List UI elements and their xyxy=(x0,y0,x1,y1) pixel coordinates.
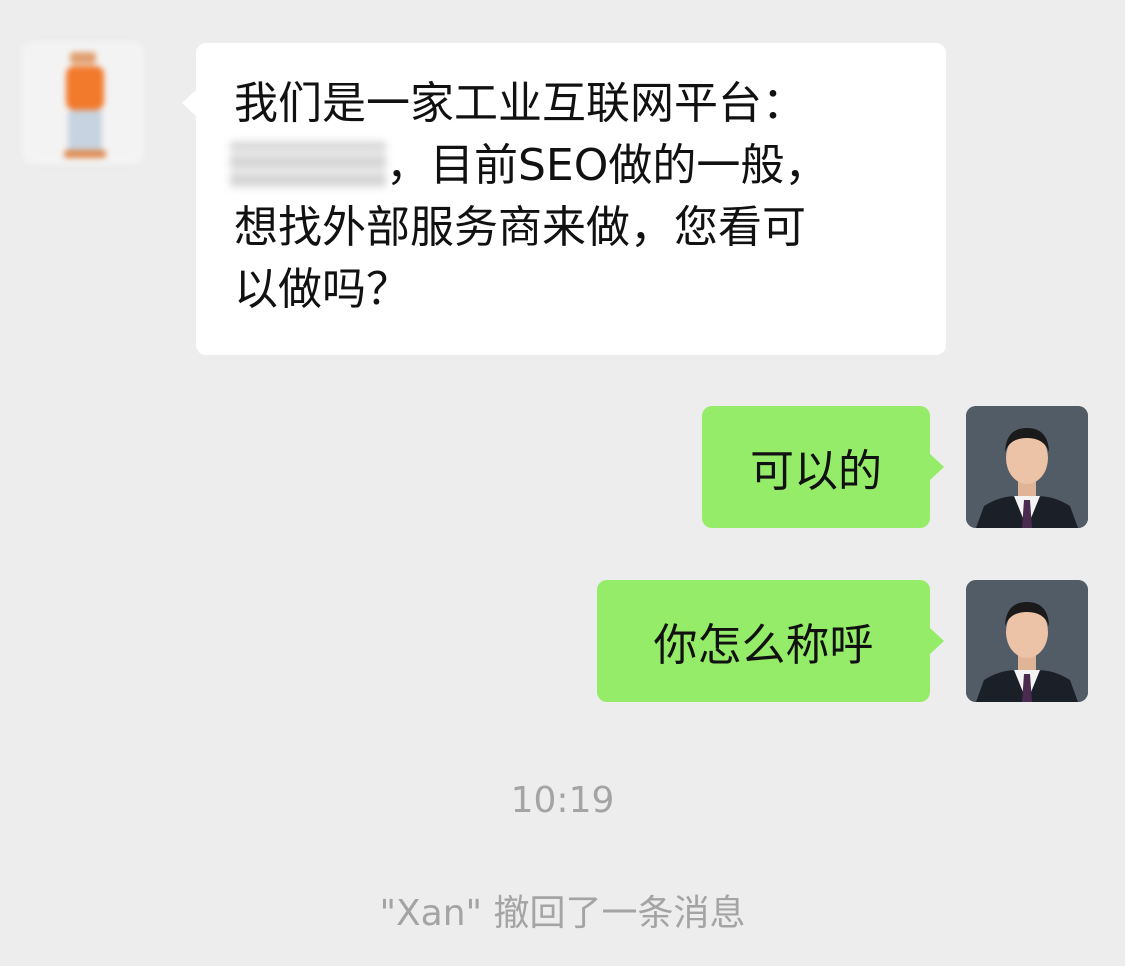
message-line: ，目前SEO做的一般， xyxy=(230,135,910,197)
redacted-text xyxy=(230,142,386,188)
contact-avatar[interactable] xyxy=(22,42,144,164)
message-line-text: ，目前SEO做的一般， xyxy=(386,140,829,191)
my-avatar[interactable] xyxy=(966,406,1088,528)
message-line: 想找外部服务商来做，您看可 xyxy=(234,202,806,253)
message-text: 你怎么称呼 xyxy=(653,620,874,671)
message-timestamp: 10:19 xyxy=(510,780,615,821)
message-line: 我们是一家工业互联网平台： xyxy=(234,78,806,129)
contact-avatar-image xyxy=(22,42,144,164)
my-avatar[interactable] xyxy=(966,580,1088,702)
message-line: 以做吗？ xyxy=(234,264,410,315)
outgoing-message-bubble[interactable]: 你怎么称呼 xyxy=(597,580,944,702)
profile-photo-icon xyxy=(966,580,1088,702)
recall-notice: "Xan" 撤回了一条消息 xyxy=(379,893,746,934)
outgoing-message-bubble[interactable]: 可以的 xyxy=(702,406,944,528)
incoming-message-bubble[interactable]: 我们是一家工业互联网平台： ，目前SEO做的一般， 想找外部服务商来做，您看可 … xyxy=(182,43,946,355)
profile-photo-icon xyxy=(966,406,1088,528)
message-text: 可以的 xyxy=(750,446,882,497)
